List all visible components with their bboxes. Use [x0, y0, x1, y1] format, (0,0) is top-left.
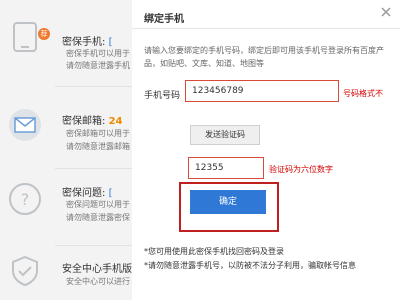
phone-icon — [13, 22, 37, 52]
email-title: 密保邮箱: 24 — [62, 116, 123, 127]
dialog-title: 绑定手机 — [144, 14, 184, 25]
mobile-center-desc: 安全中心可以进行 — [66, 277, 130, 286]
sidebar-item-phone[interactable]: 荐 密保手机: [ 密保手机可以用于 请勿随意泄露手机 — [0, 0, 132, 70]
dialog-divider — [132, 28, 400, 29]
sidebar-item-mobile-center[interactable]: 安全中心手机版 安全中心可以进行 — [0, 248, 132, 300]
code-input[interactable]: 12355 — [188, 157, 264, 179]
close-icon[interactable] — [380, 6, 392, 18]
phone-title: 密保手机: [ — [62, 37, 113, 48]
email-desc: 密保邮箱可以用于 — [66, 129, 130, 138]
svg-text:?: ? — [21, 190, 30, 209]
phone-input-value: 123456789 — [192, 86, 244, 96]
phone-warning: 请勿随意泄露手机 — [66, 61, 130, 70]
question-icon: ? — [9, 183, 41, 215]
mail-icon — [9, 109, 41, 141]
note-find-password: *您可用使用此密保手机找回密码及登录 — [144, 247, 284, 256]
divider — [55, 86, 132, 87]
phone-label: 手机号码 — [144, 91, 181, 101]
note-privacy-warning: *请勿随意泄露手机号，以防被不法分子利用，骗取帐号信息 — [144, 261, 356, 270]
code-input-value: 12355 — [195, 163, 224, 173]
divider — [55, 168, 132, 169]
divider — [55, 245, 132, 246]
shield-icon — [12, 255, 38, 287]
phone-desc: 密保手机可以用于 — [66, 49, 130, 58]
sidebar-item-question[interactable]: ? 密保问题: [ 密保问题可以用于 请勿随意泄露密保 — [0, 170, 132, 240]
question-warning: 请勿随意泄露密保 — [66, 213, 130, 222]
question-desc: 密保问题可以用于 — [66, 200, 130, 209]
dialog-description: 请输入您要绑定的手机号码，绑定后即可用该手机号登录所有百度产品，如贴吧、文库、知… — [144, 46, 384, 68]
email-warning: 请勿随意泄露邮箱 — [66, 142, 130, 151]
mobile-center-title: 安全中心手机版 — [62, 264, 132, 275]
sidebar-item-email[interactable]: 密保邮箱: 24 密保邮箱可以用于 请勿随意泄露邮箱 — [0, 90, 132, 160]
code-error-message: 验证码为六位数字 — [269, 165, 333, 174]
email-value: 24 — [108, 116, 123, 127]
confirm-button[interactable]: 确定 — [190, 190, 266, 214]
recommend-badge: 荐 — [38, 28, 50, 40]
send-code-button[interactable]: 发送验证码 — [190, 125, 260, 145]
phone-modify-link[interactable]: [ — [109, 37, 113, 48]
security-settings-panel: 荐 密保手机: [ 密保手机可以用于 请勿随意泄露手机 密保邮箱: 24 密保邮… — [0, 0, 132, 300]
phone-error-message: 号码格式不 — [343, 89, 383, 98]
question-title: 密保问题: [ — [62, 188, 113, 199]
question-modify-link[interactable]: [ — [109, 188, 113, 199]
bind-phone-dialog: 绑定手机 请输入您要绑定的手机号码，绑定后即可用该手机号登录所有百度产品，如贴吧… — [132, 0, 400, 300]
phone-input[interactable]: 123456789 — [185, 80, 339, 102]
